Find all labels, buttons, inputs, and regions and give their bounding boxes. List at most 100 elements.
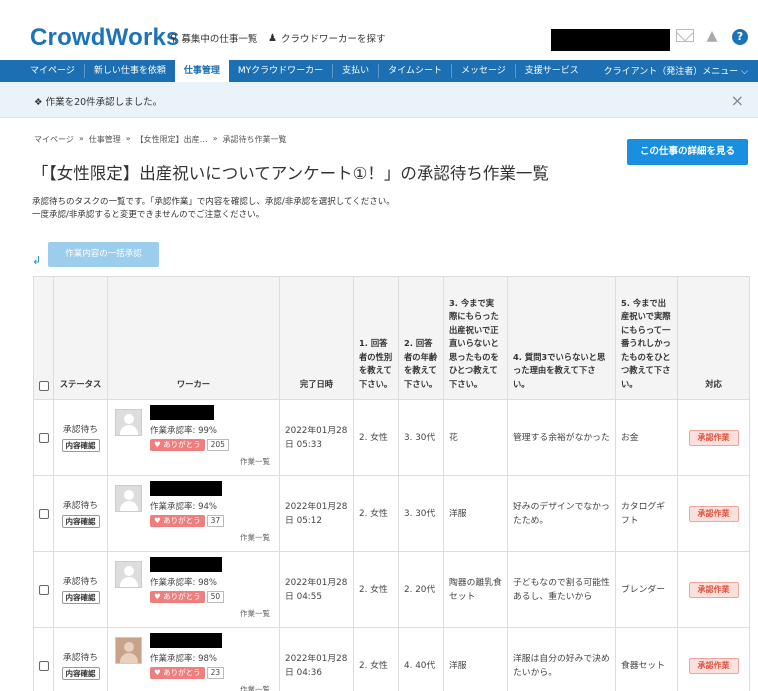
client-menu[interactable]: クライアント（発注者）メニュー ⌵ — [604, 64, 748, 77]
notice-text: 作業を20件承認しました。 — [45, 97, 163, 108]
nav-new-job[interactable]: 新しい仕事を依頼 — [85, 64, 175, 78]
breadcrumb-job[interactable]: 【女性限定】出産… — [136, 134, 208, 145]
header-q4: 4. 質問3でいらないと思った理由を教えて下さい。 — [507, 276, 616, 400]
thanks-count: 23 — [206, 666, 225, 679]
page-description: 承認待ちのタスクの一覧です。「承認作業」で内容を確認し、承認/非承認を選択してく… — [32, 196, 395, 222]
avatar[interactable] — [115, 484, 142, 512]
select-all-checkbox[interactable] — [39, 381, 49, 391]
answer-q1: 2. 女性 — [353, 475, 399, 552]
answer-q5: ブレンダー — [615, 551, 678, 628]
thanks-count: 37 — [206, 514, 225, 527]
breadcrumb-separator: » — [212, 134, 218, 143]
client-menu-label: クライアント（発注者）メニュー — [603, 67, 739, 77]
row-checkbox[interactable] — [39, 660, 49, 671]
help-icon[interactable]: ? — [732, 29, 748, 45]
success-notice: ❖ 作業を20件承認しました。 × — [0, 82, 758, 118]
header-checkbox-cell — [33, 276, 54, 400]
status-text: 承認待ち — [62, 501, 99, 511]
header-completed: 完了日時 — [279, 276, 354, 400]
answer-q2: 4. 40代 — [398, 627, 444, 691]
worklist-link[interactable]: 作業一覧 — [240, 531, 270, 545]
heart-icon: ♥ — [154, 667, 161, 677]
completed-date: 2022年01月28日 04:36 — [279, 627, 354, 691]
breadcrumb-separator: » — [78, 134, 84, 143]
thanks-badge: ♥ ありがとう — [150, 590, 205, 603]
approval-rate: 作業承認率: 99% — [150, 425, 217, 436]
answer-q4: 管理する余裕がなかった — [507, 399, 616, 476]
redacted-worker-name — [150, 480, 222, 496]
info-icon: ❖ — [34, 97, 43, 108]
completed-date: 2022年01月28日 05:33 — [279, 399, 354, 476]
nav-support[interactable]: 支援サービス — [516, 64, 588, 78]
nav-job-management[interactable]: 仕事管理 — [174, 60, 229, 82]
nav-my-workers[interactable]: MYクラウドワーカー — [229, 64, 334, 78]
description-line-2: 一度承認/非承認すると変更できませんのでご注意ください。 — [32, 210, 265, 220]
nav-messages[interactable]: メッセージ — [452, 64, 516, 78]
completed-date: 2022年01月28日 05:12 — [279, 475, 354, 552]
answer-q3: 洋服 — [443, 627, 508, 691]
avatar[interactable] — [115, 408, 142, 436]
heart-icon: ♥ — [154, 591, 161, 601]
approve-button[interactable]: 承認作業 — [688, 505, 739, 522]
chevron-down-icon: ⌵ — [741, 67, 748, 77]
table-row: 承認待ち 内容確認 作業承認率: 99% ♥ ありがとう 205 作業一覧 20… — [33, 399, 750, 476]
worklist-link[interactable]: 作業一覧 — [240, 607, 270, 621]
header-status: ステータス — [53, 276, 108, 400]
approve-button[interactable]: 承認作業 — [688, 581, 739, 598]
content-check-button[interactable]: 内容確認 — [61, 515, 100, 528]
avatar[interactable] — [115, 636, 142, 664]
worker-cell: 作業承認率: 98% ♥ ありがとう 50 作業一覧 — [113, 556, 274, 623]
table-row: 承認待ち 内容確認 作業承認率: 98% ♥ ありがとう 23 作業一覧 202… — [33, 627, 750, 691]
bell-icon[interactable]: ▲ — [704, 28, 720, 44]
approve-button[interactable]: 承認作業 — [688, 429, 739, 446]
search-jobs-link[interactable]: ⚲ 募集中の仕事一覧 — [170, 31, 257, 46]
worklist-link[interactable]: 作業一覧 — [240, 455, 270, 469]
row-checkbox[interactable] — [39, 432, 49, 443]
breadcrumb-mypage[interactable]: マイページ — [34, 134, 74, 145]
answer-q5: お金 — [615, 399, 678, 476]
answer-q1: 2. 女性 — [353, 551, 399, 628]
content-check-button[interactable]: 内容確認 — [61, 667, 100, 680]
worker-cell: 作業承認率: 98% ♥ ありがとう 23 作業一覧 — [113, 632, 274, 691]
job-detail-button[interactable]: この仕事の詳細を見る — [627, 139, 748, 165]
answer-q3: 花 — [443, 399, 508, 476]
answer-q3: 陶器の離乳食セット — [443, 551, 508, 628]
close-icon[interactable]: × — [731, 91, 744, 110]
thanks-badge: ♥ ありがとう — [150, 438, 205, 451]
approval-rate: 作業承認率: 98% — [150, 577, 217, 588]
breadcrumb-job-management[interactable]: 仕事管理 — [89, 134, 121, 145]
description-line-1: 承認待ちのタスクの一覧です。「承認作業」で内容を確認し、承認/非承認を選択してく… — [32, 197, 395, 207]
redacted-worker-name — [150, 632, 222, 648]
row-checkbox[interactable] — [39, 508, 49, 519]
page-title: 「【女性限定】出産祝いについてアンケート①！」の承認待ち作業一覧 — [32, 164, 549, 183]
breadcrumb: マイページ » 仕事管理 » 【女性限定】出産… » 承認待ち作業一覧 — [34, 134, 287, 145]
nav-timesheet[interactable]: タイムシート — [379, 64, 452, 78]
status-text: 承認待ち — [62, 425, 99, 435]
redacted-worker-name — [150, 556, 222, 572]
search-workers-link[interactable]: ♟ クラウドワーカーを探す — [268, 31, 385, 46]
approve-button[interactable]: 承認作業 — [688, 657, 739, 674]
answer-q4: 好みのデザインでなかったため。 — [507, 475, 616, 552]
worklist-link[interactable]: 作業一覧 — [240, 683, 270, 691]
header-q5: 5. 今まで出産祝いで実際にもらって一番うれしかったものをひとつ教えて下さい。 — [615, 276, 678, 400]
header-q1: 1. 回答者の性別を教えて下さい。 — [353, 276, 399, 400]
avatar[interactable] — [115, 560, 142, 588]
answer-q2: 3. 30代 — [398, 399, 444, 476]
answer-q2: 3. 30代 — [398, 475, 444, 552]
row-checkbox[interactable] — [39, 584, 49, 595]
worker-cell: 作業承認率: 94% ♥ ありがとう 37 作業一覧 — [113, 480, 274, 547]
thanks-badge: ♥ ありがとう — [150, 514, 205, 527]
bulk-approve-button[interactable]: 作業内容の一括承認 — [48, 242, 159, 267]
content-check-button[interactable]: 内容確認 — [61, 439, 100, 452]
content-check-button[interactable]: 内容確認 — [61, 591, 100, 604]
crowdworks-logo[interactable]: CrowdWorks — [30, 24, 180, 52]
answer-q5: カタログギフト — [615, 475, 678, 552]
answer-q1: 2. 女性 — [353, 627, 399, 691]
breadcrumb-separator: » — [125, 134, 131, 143]
mail-icon[interactable] — [676, 29, 694, 42]
heart-icon: ♥ — [154, 515, 161, 525]
worker-cell: 作業承認率: 99% ♥ ありがとう 205 作業一覧 — [113, 404, 274, 471]
answer-q4: 子どもなので割る可能性あるし、重たいから — [507, 551, 616, 628]
nav-mypage[interactable]: マイページ — [0, 64, 85, 78]
nav-payment[interactable]: 支払い — [333, 64, 380, 78]
